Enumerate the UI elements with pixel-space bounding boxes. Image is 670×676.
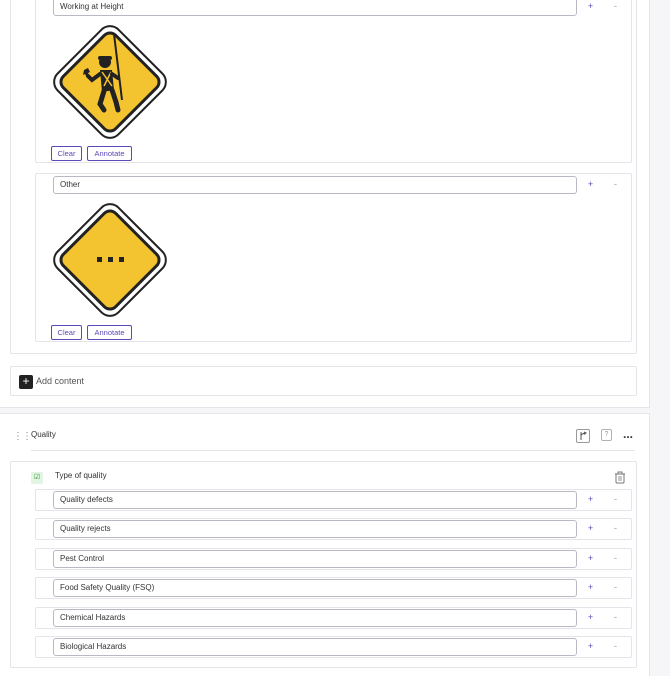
help-icon[interactable]: ? — [601, 429, 612, 441]
add-content-label[interactable]: Add content — [36, 376, 84, 386]
remove-option-button[interactable]: - — [607, 520, 624, 537]
branch-icon[interactable] — [576, 429, 590, 443]
page: Working at Height + - Clear Annotate Oth… — [0, 0, 670, 676]
remove-option-button[interactable]: - — [607, 579, 624, 596]
worker-at-height-sign-icon[interactable] — [48, 20, 172, 144]
checklist-icon: ☑ — [31, 472, 43, 484]
option-input[interactable]: Pest Control — [53, 550, 577, 568]
question-group: Working at Height + - Clear Annotate Oth… — [10, 0, 637, 354]
drag-handle-icon[interactable]: ⋮⋮ — [13, 431, 32, 442]
quality-section: ⋮⋮ Quality ? ... ☑ Type of quality Quali… — [0, 413, 650, 676]
option-item: Quality rejects + - — [35, 518, 632, 540]
option-item: Chemical Hazards + - — [35, 607, 632, 629]
option-input[interactable]: Food Safety Quality (FSQ) — [53, 579, 577, 597]
add-option-button[interactable]: + — [582, 609, 599, 626]
other-ellipsis-sign-icon[interactable] — [48, 198, 172, 322]
add-option-button[interactable]: + — [582, 491, 599, 508]
trash-icon[interactable] — [614, 471, 626, 484]
add-option-button[interactable]: + — [582, 550, 599, 567]
add-option-button[interactable]: + — [582, 579, 599, 596]
option-item: Other + - Clear Annotate — [35, 173, 632, 342]
option-item: Working at Height + - Clear Annotate — [35, 0, 632, 163]
option-item: Pest Control + - — [35, 548, 632, 570]
add-option-button[interactable]: + — [582, 0, 599, 15]
option-input[interactable]: Working at Height — [53, 0, 577, 16]
annotate-button[interactable]: Annotate — [87, 146, 132, 161]
add-option-button[interactable]: + — [582, 638, 599, 655]
remove-option-button[interactable]: - — [607, 176, 624, 193]
add-option-button[interactable]: + — [582, 176, 599, 193]
top-section: Working at Height + - Clear Annotate Oth… — [0, 0, 650, 408]
add-icon[interactable]: + — [19, 375, 33, 389]
option-input[interactable]: Other — [53, 176, 577, 194]
remove-option-button[interactable]: - — [607, 638, 624, 655]
more-options-icon[interactable]: ... — [620, 428, 636, 443]
option-item: Food Safety Quality (FSQ) + - — [35, 577, 632, 599]
remove-option-button[interactable]: - — [607, 0, 624, 15]
section-title[interactable]: Quality — [31, 430, 56, 439]
annotate-button[interactable]: Annotate — [87, 325, 132, 340]
remove-option-button[interactable]: - — [607, 550, 624, 567]
clear-button[interactable]: Clear — [51, 325, 82, 340]
remove-option-button[interactable]: - — [607, 609, 624, 626]
option-input[interactable]: Biological Hazards — [53, 638, 577, 656]
add-option-button[interactable]: + — [582, 520, 599, 537]
question-group: ☑ Type of quality Quality defects + - Qu… — [10, 461, 637, 668]
option-item: Quality defects + - — [35, 489, 632, 511]
divider — [31, 450, 635, 451]
option-input[interactable]: Quality rejects — [53, 520, 577, 538]
question-label[interactable]: Type of quality — [55, 471, 107, 480]
clear-button[interactable]: Clear — [51, 146, 82, 161]
add-content-button[interactable]: + Add content — [10, 366, 637, 396]
option-input[interactable]: Chemical Hazards — [53, 609, 577, 627]
remove-option-button[interactable]: - — [607, 491, 624, 508]
option-input[interactable]: Quality defects — [53, 491, 577, 509]
option-item: Biological Hazards + - — [35, 636, 632, 658]
